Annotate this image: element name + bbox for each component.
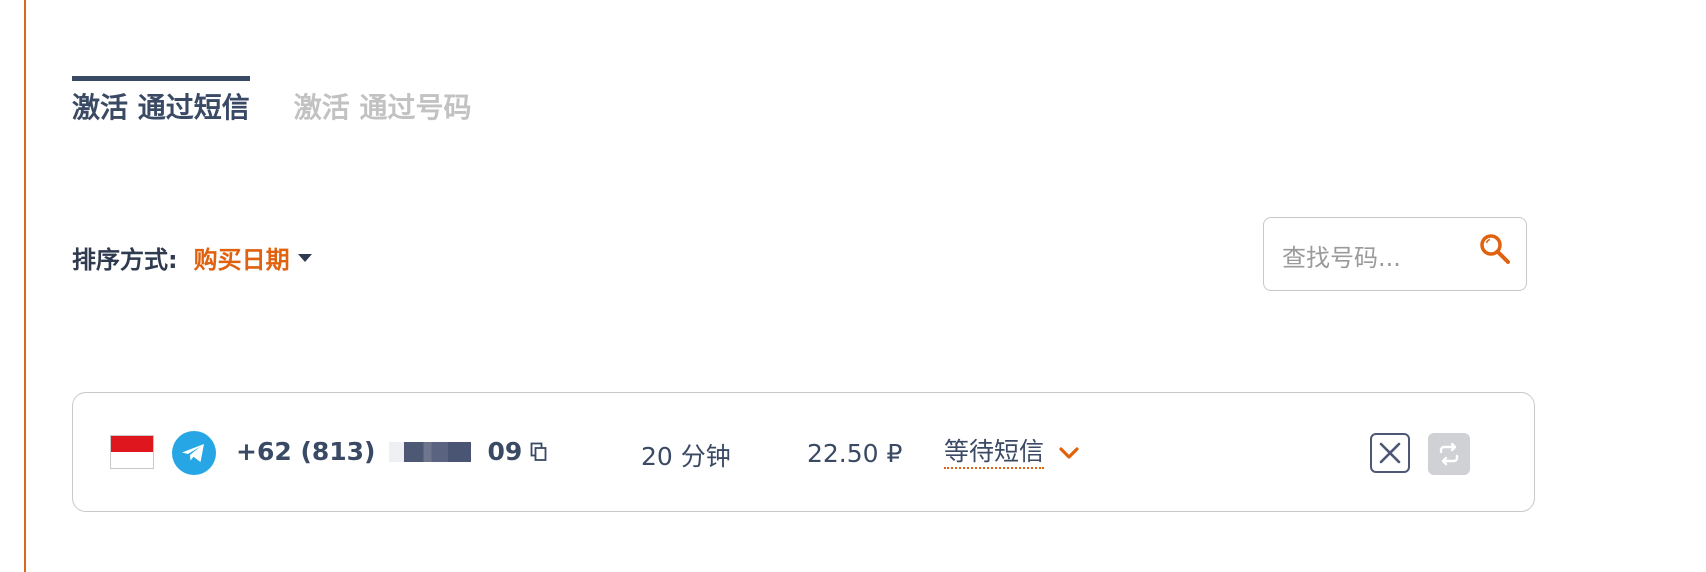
phone-number: +62 (813) 09 (236, 437, 548, 466)
price: 22.50 ₽ (807, 439, 903, 468)
status-dropdown[interactable]: 等待短信 (944, 437, 1080, 469)
tab-activate-by-sms[interactable]: 激活 通过短信 (72, 76, 250, 127)
sort-label: 排序方式: (72, 246, 178, 274)
left-accent-rule (24, 0, 26, 572)
search-icon[interactable] (1478, 232, 1512, 266)
search-box (1263, 217, 1527, 291)
cancel-button[interactable] (1370, 433, 1410, 473)
activation-page: 激活 通过短信 激活 通过号码 排序方式: 购买日期 +62 (813) 09 (0, 0, 1706, 572)
status-text: 等待短信 (944, 437, 1045, 469)
phone-prefix: +62 (813) (236, 437, 376, 466)
chevron-down-icon[interactable] (1058, 446, 1080, 460)
masked-digits (389, 441, 472, 462)
copy-icon[interactable] (530, 442, 548, 462)
rental-duration: 20 分钟 (641, 442, 731, 471)
indonesia-flag-icon (110, 435, 154, 469)
phone-suffix: 09 (487, 437, 523, 466)
sort-control: 排序方式: 购买日期 (72, 240, 312, 275)
tab-activate-by-number[interactable]: 激活 通过号码 (294, 76, 472, 127)
repeat-button[interactable] (1428, 433, 1470, 475)
activation-tabs: 激活 通过短信 激活 通过号码 (72, 76, 472, 127)
telegram-icon (172, 431, 216, 475)
caret-down-icon[interactable] (297, 253, 312, 262)
search-input[interactable] (1280, 243, 1464, 273)
activation-row: +62 (813) 09 20 分钟 22.50 ₽ 等待短信 (72, 392, 1535, 512)
repeat-icon (1439, 442, 1459, 466)
sort-dropdown[interactable]: 购买日期 (194, 240, 290, 275)
close-icon (1379, 442, 1401, 464)
